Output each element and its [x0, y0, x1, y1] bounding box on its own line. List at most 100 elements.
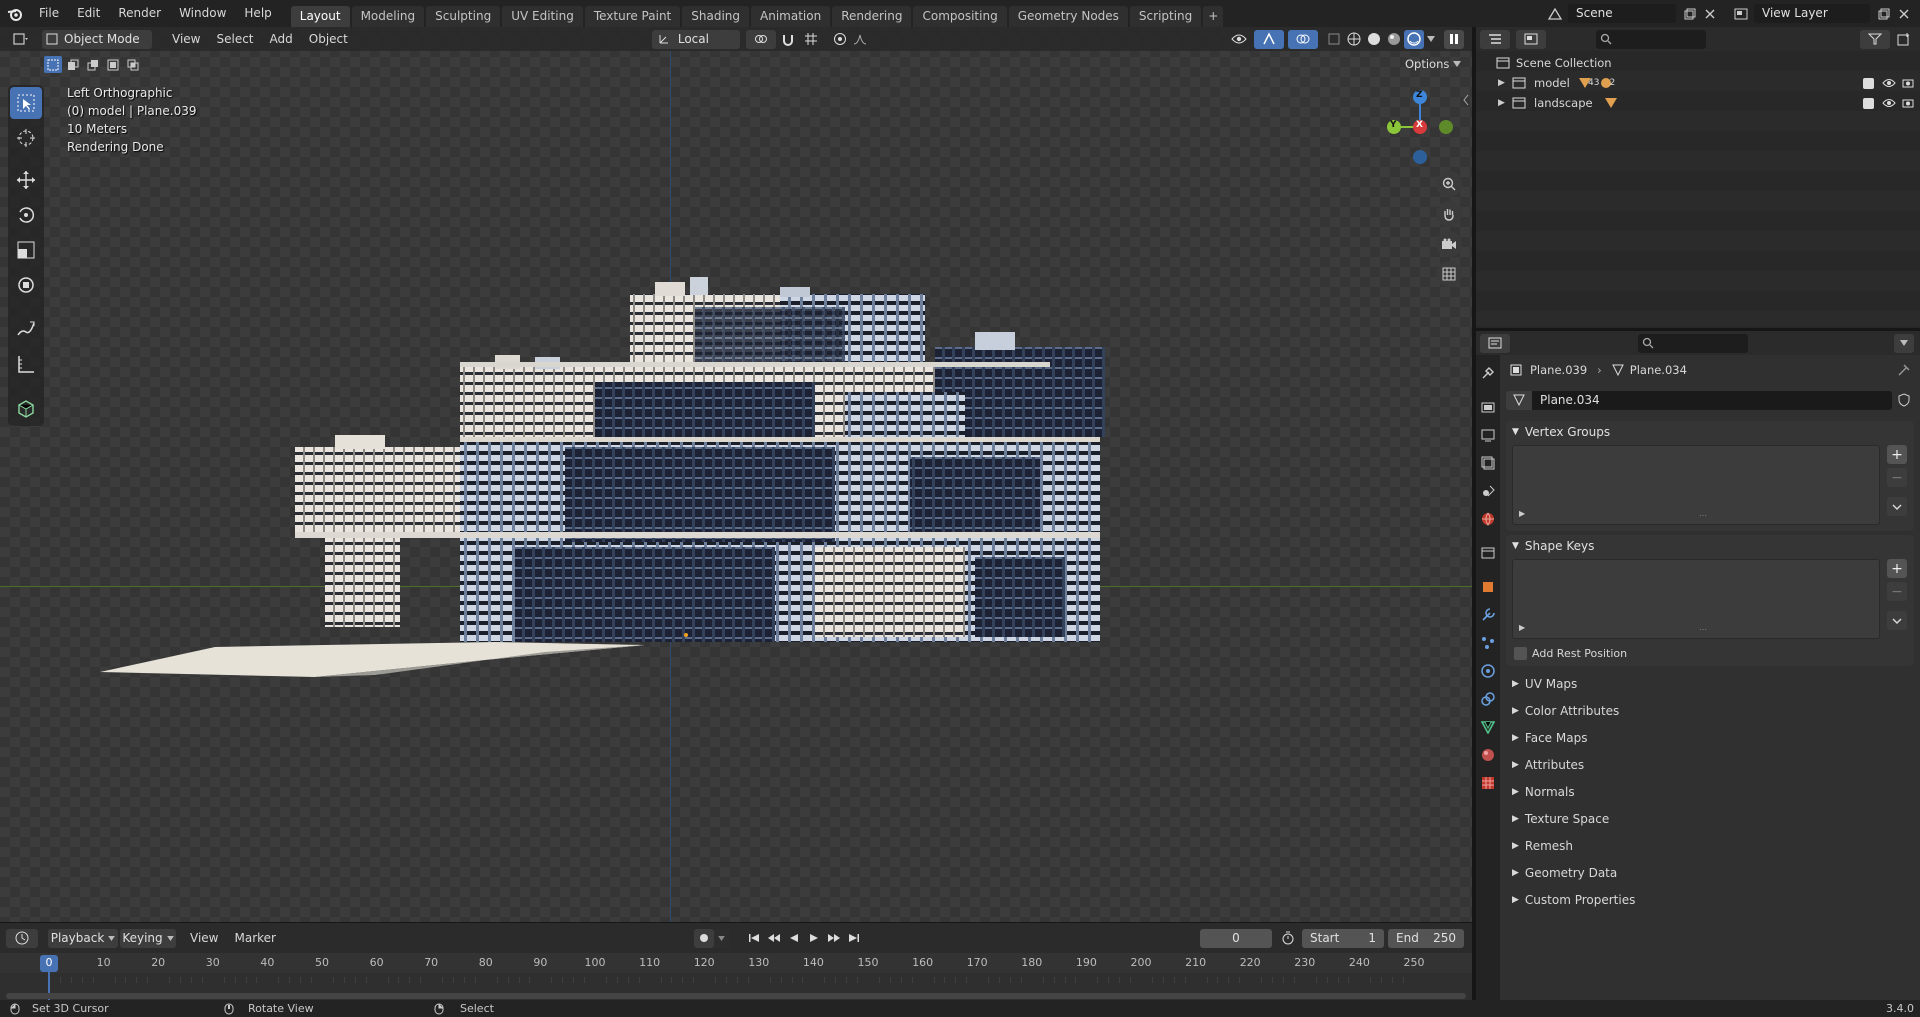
tab-uv-editing[interactable]: UV Editing — [502, 6, 583, 27]
gizmo-toggle-icon[interactable] — [1254, 29, 1284, 49]
camera-view-icon[interactable] — [1436, 231, 1462, 257]
material-tab-icon[interactable] — [1476, 741, 1500, 769]
zoom-icon[interactable] — [1436, 171, 1462, 197]
current-frame-field[interactable]: 0 — [1200, 928, 1272, 948]
options-dropdown[interactable]: Options — [1405, 57, 1462, 71]
menu-file[interactable]: File — [30, 0, 68, 27]
scene-tab-icon[interactable] — [1476, 477, 1500, 505]
new-view-layer-icon[interactable] — [1874, 4, 1894, 23]
menu-help[interactable]: Help — [235, 0, 280, 27]
tab-sculpting[interactable]: Sculpting — [426, 6, 501, 27]
select-new-icon[interactable] — [44, 56, 62, 73]
move-tool-icon[interactable] — [10, 164, 42, 196]
jump-end-icon[interactable] — [844, 929, 864, 948]
pin-icon[interactable] — [1898, 364, 1910, 376]
sidebar-toggle-icon[interactable] — [1462, 94, 1470, 106]
tab-rendering[interactable]: Rendering — [832, 6, 912, 27]
shape-keys-list[interactable]: ▶ ⋯ — [1512, 559, 1880, 639]
rendered-shading-icon[interactable] — [1404, 29, 1424, 49]
properties-search-input[interactable] — [1638, 333, 1748, 353]
tab-compositing[interactable]: Compositing — [913, 6, 1007, 27]
snap-icon[interactable] — [778, 30, 798, 49]
falloff-icon[interactable] — [850, 30, 870, 49]
list-expand-icon[interactable]: ▶ — [1519, 509, 1525, 518]
select-box-tool-icon[interactable] — [10, 87, 42, 119]
start-frame-field[interactable]: Start 1 — [1302, 928, 1384, 948]
select-extend-icon[interactable] — [64, 56, 82, 73]
object-menu[interactable]: Object — [301, 30, 356, 49]
attributes-panel[interactable]: ▶ Attributes — [1506, 751, 1914, 778]
add-workspace-button[interactable]: + — [1203, 6, 1224, 27]
remove-vertex-group-button[interactable]: − — [1887, 468, 1907, 487]
shape-keys-header[interactable]: ▼ Shape Keys — [1506, 535, 1914, 557]
list-expand-icon[interactable]: ▶ — [1519, 623, 1525, 632]
select-intersect-icon[interactable] — [124, 56, 142, 73]
scene-name-field[interactable]: Scene — [1568, 4, 1676, 23]
view-layer-icon[interactable] — [1728, 4, 1754, 23]
scene-collection-row[interactable]: Scene Collection — [1476, 53, 1920, 73]
remesh-panel[interactable]: ▶ Remesh — [1506, 832, 1914, 859]
scene-selector-icon[interactable] — [1542, 4, 1568, 23]
expand-arrow-icon[interactable]: ▶ — [1498, 98, 1512, 108]
scale-tool-icon[interactable] — [10, 234, 42, 266]
tab-texture-paint[interactable]: Texture Paint — [584, 6, 681, 27]
material-shading-icon[interactable] — [1384, 30, 1404, 49]
tab-modeling[interactable]: Modeling — [351, 6, 425, 27]
keying-menu[interactable]: Keying — [120, 928, 176, 948]
pan-hand-icon[interactable] — [1436, 201, 1462, 227]
editor-type-icon[interactable] — [4, 30, 38, 49]
constraints-tab-icon[interactable] — [1476, 685, 1500, 713]
snap-target-icon[interactable] — [798, 30, 824, 49]
render-camera-icon[interactable] — [1902, 78, 1914, 88]
mesh-browse-icon[interactable] — [1506, 390, 1532, 410]
outliner-filter-icon[interactable] — [1860, 29, 1890, 49]
add-menu[interactable]: Add — [262, 30, 301, 49]
exclude-checkbox[interactable] — [1863, 77, 1874, 89]
object-mode-dropdown[interactable]: Object Mode — [42, 29, 152, 49]
fake-user-shield-icon[interactable] — [1894, 391, 1914, 410]
next-keyframe-icon[interactable] — [824, 929, 844, 948]
pause-render-icon[interactable] — [1444, 29, 1464, 49]
collection-tab-icon[interactable] — [1476, 539, 1500, 567]
measure-tool-icon[interactable] — [10, 348, 42, 380]
transform-tool-icon[interactable] — [10, 269, 42, 301]
select-menu[interactable]: Select — [208, 30, 261, 49]
solid-shading-icon[interactable] — [1364, 30, 1384, 49]
view-layer-tab-icon[interactable] — [1476, 449, 1500, 477]
object-tab-icon[interactable] — [1476, 573, 1500, 601]
timeline-view-menu[interactable]: View — [182, 929, 226, 948]
view-menu[interactable]: View — [164, 30, 208, 49]
world-tab-icon[interactable] — [1476, 505, 1500, 533]
add-cube-tool-icon[interactable] — [10, 392, 42, 424]
geometry-data-panel[interactable]: ▶ Geometry Data — [1506, 859, 1914, 886]
outliner-editor-type-icon[interactable] — [1480, 29, 1510, 49]
keying-set-dropdown-icon[interactable] — [713, 928, 730, 948]
annotate-tool-icon[interactable] — [10, 313, 42, 345]
tab-scripting[interactable]: Scripting — [1129, 6, 1202, 27]
physics-tab-icon[interactable] — [1476, 657, 1500, 685]
list-resize-handle-icon[interactable]: ⋯ — [1699, 625, 1707, 634]
navigation-gizmo[interactable]: Z Y X — [1380, 87, 1460, 167]
shape-key-specials-icon[interactable] — [1887, 611, 1907, 630]
tab-animation[interactable]: Animation — [751, 6, 831, 27]
exclude-checkbox[interactable] — [1863, 97, 1874, 109]
texture-space-panel[interactable]: ▶ Texture Space — [1506, 805, 1914, 832]
auto-keying-icon[interactable] — [693, 928, 714, 948]
timeline-scrollbar[interactable] — [6, 993, 1466, 999]
hide-eye-icon[interactable] — [1882, 78, 1896, 88]
menu-render[interactable]: Render — [109, 0, 170, 27]
modifier-tab-icon[interactable] — [1476, 601, 1500, 629]
marker-menu[interactable]: Marker — [226, 929, 283, 948]
stopwatch-icon[interactable] — [1278, 929, 1298, 948]
end-frame-field[interactable]: End 250 — [1388, 928, 1464, 948]
play-reverse-icon[interactable] — [784, 929, 804, 948]
hide-eye-icon[interactable] — [1882, 98, 1896, 108]
wireframe-shading-icon[interactable] — [1344, 30, 1364, 49]
properties-editor-type-icon[interactable] — [1480, 333, 1510, 353]
properties-options-icon[interactable] — [1894, 333, 1914, 353]
play-icon[interactable] — [804, 929, 824, 948]
new-scene-icon[interactable] — [1680, 4, 1700, 23]
normals-panel[interactable]: ▶ Normals — [1506, 778, 1914, 805]
remove-shape-key-button[interactable]: − — [1887, 582, 1907, 601]
render-camera-icon[interactable] — [1902, 98, 1914, 108]
